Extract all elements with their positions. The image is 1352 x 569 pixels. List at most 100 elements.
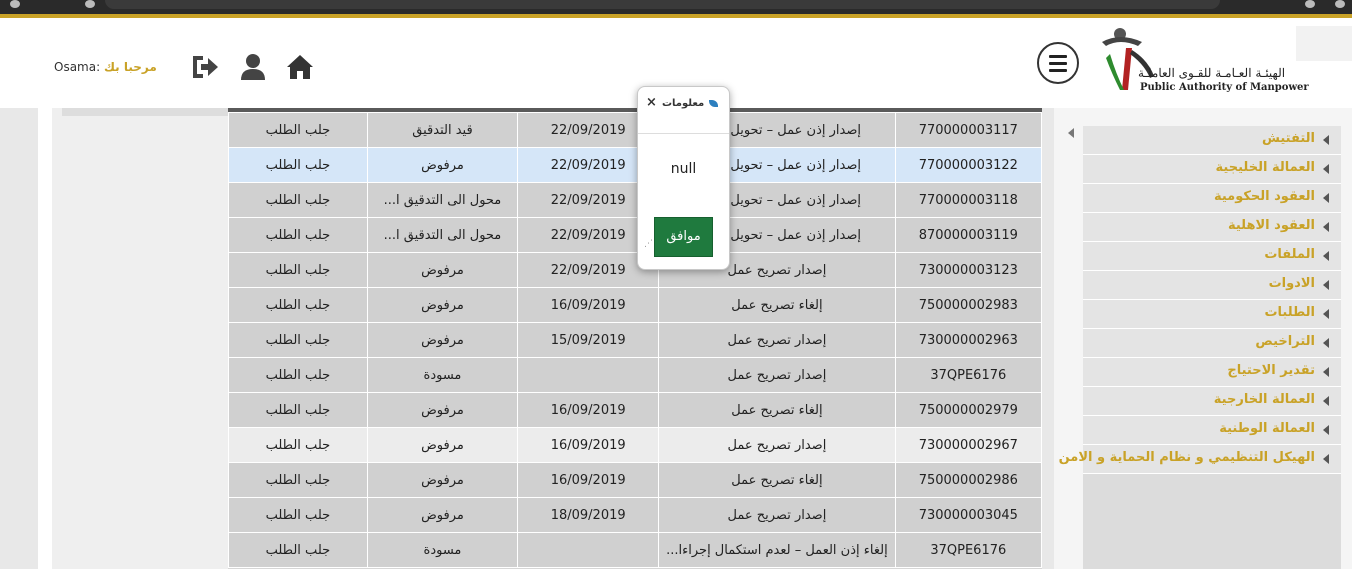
request-type-cell: إلغاء تصريح عمل bbox=[658, 462, 896, 498]
menu-bar bbox=[1049, 62, 1067, 65]
request-status-cell: قيد التدقيق bbox=[366, 112, 519, 148]
expand-arrow-icon bbox=[1323, 454, 1329, 464]
hamburger-menu-button[interactable] bbox=[1037, 42, 1079, 84]
collapse-arrow-icon[interactable] bbox=[1068, 128, 1074, 138]
fetch-request-link[interactable]: جلب الطلب bbox=[228, 357, 368, 393]
sidebar-item[interactable]: العقود الحكومية bbox=[1083, 184, 1341, 213]
expand-arrow-icon bbox=[1323, 396, 1329, 406]
browser-dot bbox=[1305, 0, 1315, 8]
request-type-cell: إلغاء تصريح عمل bbox=[658, 392, 896, 428]
table-row[interactable]: 770000003118 إصدار إذن عمل – تحويل من ...… bbox=[228, 182, 1042, 218]
request-id-cell: 37QPE6176 bbox=[894, 357, 1042, 393]
browser-address-area bbox=[105, 0, 1220, 9]
browser-dot bbox=[85, 0, 95, 8]
request-id-cell: 750000002986 bbox=[894, 462, 1042, 498]
requests-table-container[interactable]: 770000003117 إصدار إذن عمل – تحويل من ...… bbox=[228, 108, 1042, 569]
fetch-request-link[interactable]: جلب الطلب bbox=[228, 532, 368, 568]
authority-logo[interactable]: الهيئـة العـامـة للقـوى العاملـة Public … bbox=[1098, 24, 1309, 98]
browser-top-bar bbox=[0, 0, 1352, 14]
table-row[interactable]: 770000003117 إصدار إذن عمل – تحويل من ...… bbox=[228, 112, 1042, 148]
request-id-cell: 730000003045 bbox=[894, 497, 1042, 533]
fetch-request-link[interactable]: جلب الطلب bbox=[228, 322, 368, 358]
table-row[interactable]: 750000002986 إلغاء تصريح عمل 16/09/2019 مرف… bbox=[228, 462, 1042, 498]
logout-icon[interactable] bbox=[190, 52, 220, 82]
request-status-cell: مسودة bbox=[366, 532, 519, 568]
dialog-message: null bbox=[670, 161, 697, 177]
sidebar-item[interactable]: العمالة الوطنية bbox=[1083, 416, 1341, 445]
sidebar-item-label: العقود الحكومية bbox=[1213, 189, 1315, 204]
sidebar-item-label: العمالة الوطنية bbox=[1219, 421, 1315, 436]
expand-arrow-icon bbox=[1323, 222, 1329, 232]
table-row[interactable]: 750000002983 إلغاء تصريح عمل 16/09/2019 مرف… bbox=[228, 287, 1042, 323]
expand-arrow-icon bbox=[1323, 367, 1329, 377]
requests-table: 770000003117 إصدار إذن عمل – تحويل من ...… bbox=[228, 112, 1042, 568]
table-row[interactable]: 37QPE6176 إلغاء إذن العمل – لعدم استكمال … bbox=[228, 532, 1042, 568]
request-status-cell: مرفوض bbox=[366, 147, 519, 183]
request-date-cell bbox=[517, 357, 660, 393]
info-dialog: × معلومات null موافق ⋰ bbox=[637, 86, 730, 270]
table-row[interactable]: 37QPE6176 إصدار تصريح عمل مسودة جلب الطلب bbox=[228, 357, 1042, 393]
sidebar-item[interactable]: الهيكل التنظيمي و نظام الحماية و الامن bbox=[1059, 445, 1341, 474]
sidebar-item-label: العمالة الخليجية bbox=[1215, 160, 1315, 175]
sidebar-item[interactable]: العمالة الخارجية bbox=[1083, 387, 1341, 416]
sidebar-item[interactable]: الطلبات bbox=[1083, 300, 1341, 329]
request-status-cell: محول الى التدقيق ا... bbox=[366, 182, 519, 218]
sidebar-item-label: العقود الاهلية bbox=[1227, 218, 1315, 233]
fetch-request-link[interactable]: جلب الطلب bbox=[228, 287, 368, 323]
sidebar-item-label: العمالة الخارجية bbox=[1213, 392, 1315, 407]
request-id-cell: 750000002979 bbox=[894, 392, 1042, 428]
request-date-cell: 16/09/2019 bbox=[517, 287, 660, 323]
sidebar-item-label: الملفات bbox=[1264, 247, 1315, 262]
fetch-request-link[interactable]: جلب الطلب bbox=[228, 147, 368, 183]
sidebar-item[interactable]: العمالة الخليجية bbox=[1083, 155, 1341, 184]
user-icon[interactable] bbox=[238, 52, 268, 82]
sidebar-item[interactable]: التفتيش bbox=[1083, 126, 1341, 155]
info-icon bbox=[709, 100, 718, 107]
table-row[interactable]: 730000003045 إصدار تصريح عمل 18/09/2019 مرف… bbox=[228, 497, 1042, 533]
expand-arrow-icon bbox=[1323, 425, 1329, 435]
sidebar-item[interactable]: الادوات bbox=[1083, 271, 1341, 300]
close-icon[interactable]: × bbox=[646, 95, 657, 110]
header-corner bbox=[1296, 26, 1352, 61]
fetch-request-link[interactable]: جلب الطلب bbox=[228, 252, 368, 288]
expand-arrow-icon bbox=[1323, 338, 1329, 348]
home-icon[interactable] bbox=[285, 52, 315, 82]
fetch-request-link[interactable]: جلب الطلب bbox=[228, 497, 368, 533]
request-id-cell: 770000003117 bbox=[894, 112, 1042, 148]
fetch-request-link[interactable]: جلب الطلب bbox=[228, 427, 368, 463]
table-row[interactable]: 770000003122 إصدار إذن عمل – تحويل من ...… bbox=[228, 147, 1042, 183]
fetch-request-link[interactable]: جلب الطلب bbox=[228, 392, 368, 428]
sidebar-menu: التفتيش العمالة الخليجية العقود الحكومية ال… bbox=[1059, 126, 1341, 569]
fetch-request-link[interactable]: جلب الطلب bbox=[228, 112, 368, 148]
request-date-cell bbox=[517, 532, 660, 568]
request-date-cell: 16/09/2019 bbox=[517, 462, 660, 498]
sidebar-item[interactable]: التراخيص bbox=[1083, 329, 1341, 358]
request-type-cell: إصدار تصريح عمل bbox=[658, 357, 896, 393]
fetch-request-link[interactable]: جلب الطلب bbox=[228, 462, 368, 498]
table-row[interactable]: 870000003119 إصدار إذن عمل – تحويل من ...… bbox=[228, 217, 1042, 253]
request-date-cell: 15/09/2019 bbox=[517, 322, 660, 358]
table-row[interactable]: 730000002963 إصدار تصريح عمل 15/09/2019 مرف… bbox=[228, 322, 1042, 358]
table-row[interactable]: 730000003123 إصدار تصريح عمل 22/09/2019 مرف… bbox=[228, 252, 1042, 288]
fetch-request-link[interactable]: جلب الطلب bbox=[228, 217, 368, 253]
request-type-cell: إصدار تصريح عمل bbox=[658, 322, 896, 358]
sidebar-item[interactable]: تقدير الاحتياج bbox=[1083, 358, 1341, 387]
sidebar-item-label: الطلبات bbox=[1264, 305, 1315, 320]
table-row[interactable]: 750000002979 إلغاء تصريح عمل 16/09/2019 مرف… bbox=[228, 392, 1042, 428]
resize-grip-icon[interactable]: ⋰ bbox=[644, 239, 653, 249]
request-type-cell: إصدار تصريح عمل bbox=[658, 427, 896, 463]
sidebar-item-label: التراخيص bbox=[1255, 334, 1315, 349]
expand-arrow-icon bbox=[1323, 193, 1329, 203]
expand-arrow-icon bbox=[1323, 280, 1329, 290]
logo-arabic-text: الهيئـة العـامـة للقـوى العاملـة bbox=[1138, 66, 1286, 80]
menu-bar bbox=[1049, 69, 1067, 72]
request-type-cell: إلغاء إذن العمل – لعدم استكمال إجراءا... bbox=[658, 532, 896, 568]
fetch-request-link[interactable]: جلب الطلب bbox=[228, 182, 368, 218]
table-row[interactable]: 730000002967 إصدار تصريح عمل 16/09/2019 مرف… bbox=[228, 427, 1042, 463]
request-status-cell: مرفوض bbox=[366, 392, 519, 428]
sidebar-item[interactable]: الملفات bbox=[1083, 242, 1341, 271]
request-date-cell: 18/09/2019 bbox=[517, 497, 660, 533]
expand-arrow-icon bbox=[1323, 164, 1329, 174]
sidebar-item[interactable]: العقود الاهلية bbox=[1083, 213, 1341, 242]
ok-button[interactable]: موافق bbox=[654, 217, 713, 257]
